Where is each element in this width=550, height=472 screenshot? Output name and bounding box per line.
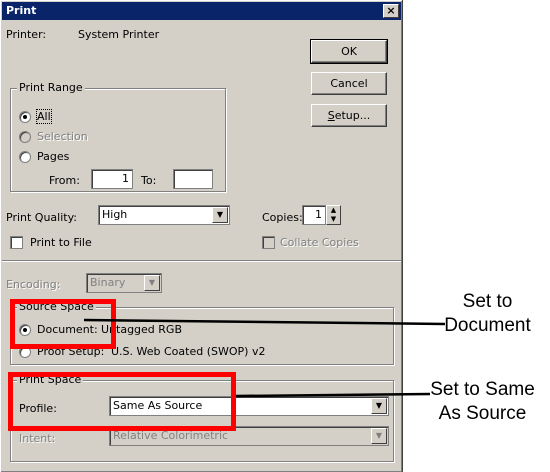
callout-document-line2: Document <box>444 315 531 336</box>
callout-line-document <box>83 318 446 326</box>
callout-document: Set to Document <box>425 290 550 338</box>
callout-line-same-as-source <box>235 392 431 398</box>
callout-same-as-source: Set to Same As Source <box>415 378 550 426</box>
callout-same-as-source-line1: Set to Same <box>430 379 535 400</box>
callout-same-as-source-line2: As Source <box>438 403 527 424</box>
callout-document-line1: Set to <box>462 291 513 312</box>
